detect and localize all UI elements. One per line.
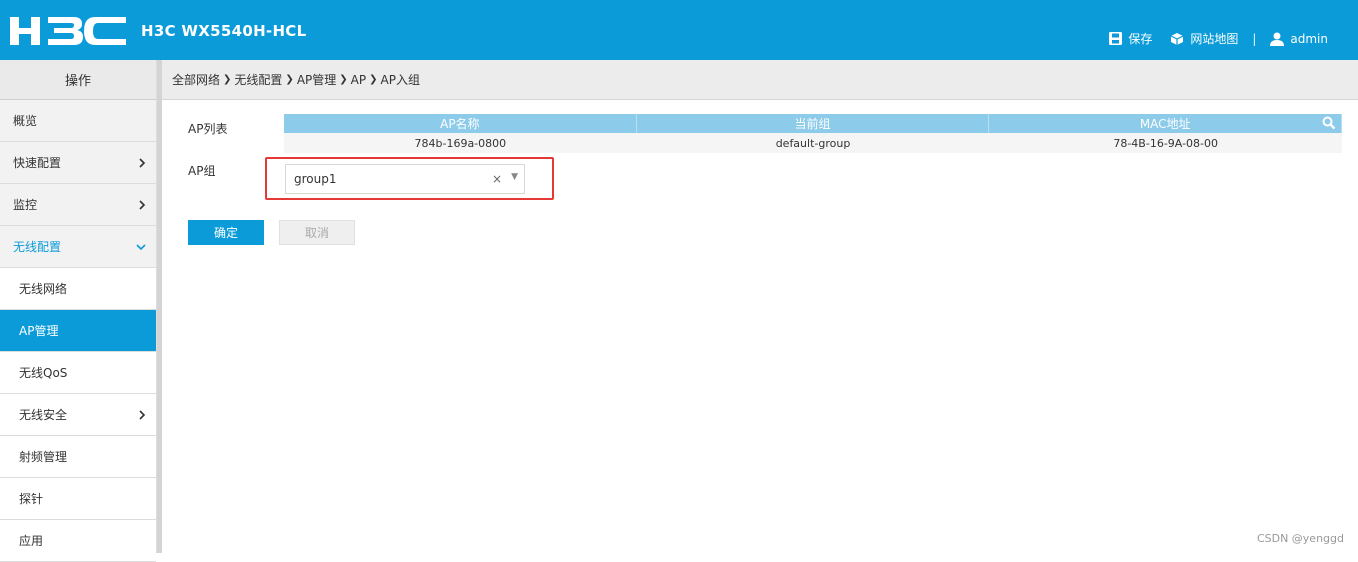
sidebar-subitem-radio-management[interactable]: 射频管理 (0, 436, 156, 478)
ok-button[interactable]: 确定 (188, 220, 264, 245)
ap-group-value: group1 (294, 172, 337, 186)
cube-icon (1171, 32, 1184, 45)
sidebar-item-overview[interactable]: 概览 (0, 100, 156, 142)
chevron-right-icon: ❯ (223, 74, 232, 85)
watermark: CSDN @yenggd (1256, 532, 1344, 545)
chevron-right-icon: ❯ (285, 74, 294, 85)
sidebar-subitem-label: 探针 (19, 492, 44, 506)
cancel-button[interactable]: 取消 (279, 220, 355, 245)
sidebar-item-wireless-config[interactable]: 无线配置 (0, 226, 156, 268)
chevron-right-icon: ❯ (339, 74, 348, 85)
user-menu[interactable]: admin (1270, 32, 1328, 46)
sidebar-subitem-probe[interactable]: 探针 (0, 478, 156, 520)
breadcrumb: 全部网络 ❯ 无线配置 ❯ AP管理 ❯ AP ❯ AP入组 (162, 60, 1358, 100)
top-header: H3C WX5540H-HCL 保存 网站地图 | admin (0, 0, 1358, 60)
table-cell: default-group (775, 136, 851, 150)
sidebar-item-label: 无线配置 (13, 240, 62, 254)
chevron-right-icon: ❯ (369, 74, 378, 85)
sidebar-subitem-label: 无线QoS (19, 366, 68, 380)
sidebar-item-label: 监控 (13, 198, 38, 212)
save-icon (1109, 32, 1123, 45)
ap-list-label: AP列表 (188, 122, 228, 136)
sitemap-label: 网站地图 (1190, 32, 1239, 46)
sidebar-subitem-wireless-security[interactable]: 无线安全 (0, 394, 156, 436)
clear-icon[interactable]: × (492, 172, 502, 186)
breadcrumb-item[interactable]: AP (351, 73, 366, 87)
sidebar-item-label: 概览 (13, 114, 38, 128)
ap-list-table: AP名称 当前组 MAC地址 784b-169a-0800 default-gr… (284, 114, 1343, 153)
save-button[interactable]: 保存 (1109, 30, 1152, 47)
h3c-logo (10, 17, 126, 45)
save-label: 保存 (1128, 32, 1153, 46)
breadcrumb-item-current: AP入组 (380, 73, 420, 87)
sidebar-subitem-label: 射频管理 (19, 450, 68, 464)
column-header[interactable]: MAC地址 (989, 114, 1343, 133)
table-cell: 784b-169a-0800 (414, 136, 507, 150)
table-header: AP名称 当前组 MAC地址 (284, 114, 1343, 133)
table-cell: 78-4B-16-9A-08-00 (1113, 136, 1219, 150)
chevron-right-icon (139, 409, 146, 420)
column-header[interactable]: AP名称 (284, 114, 637, 133)
breadcrumb-item[interactable]: 全部网络 (172, 71, 220, 88)
chevron-down-icon[interactable]: ▼ (511, 172, 518, 182)
table-row[interactable]: 784b-169a-0800 default-group 78-4B-16-9A… (284, 133, 1342, 153)
device-title: H3C WX5540H-HCL (141, 22, 307, 40)
sidebar-subitem-wireless-network[interactable]: 无线网络 (0, 268, 156, 310)
breadcrumb-item[interactable]: 无线配置 (234, 71, 282, 88)
sidebar-heading: 操作 (0, 60, 156, 100)
sidebar-item-label: 快速配置 (13, 156, 62, 170)
sidebar-item-quick-config[interactable]: 快速配置 (0, 142, 156, 184)
chevron-right-icon (139, 199, 146, 210)
highlight-box: group1 × ▼ (265, 157, 554, 200)
sidebar: 操作 概览 快速配置 监控 无线配置 无线网络 AP管理 无线QoS 无线安全 … (0, 60, 157, 562)
sidebar-subitem-label: 无线网络 (19, 282, 68, 296)
search-icon[interactable] (1322, 116, 1336, 130)
chevron-down-icon (136, 243, 146, 250)
sidebar-item-monitor[interactable]: 监控 (0, 184, 156, 226)
header-separator: | (1252, 31, 1257, 46)
main-content: AP列表 AP名称 当前组 MAC地址 784b-169a-0800 defau… (162, 100, 1358, 553)
user-icon (1270, 32, 1285, 46)
sidebar-subitem-label: AP管理 (19, 324, 59, 338)
sitemap-button[interactable]: 网站地图 (1170, 30, 1238, 47)
sidebar-subitem-application[interactable]: 应用 (0, 520, 156, 562)
sidebar-subitem-ap-management[interactable]: AP管理 (0, 310, 156, 352)
breadcrumb-item[interactable]: AP管理 (297, 71, 336, 88)
column-header[interactable]: 当前组 (637, 114, 990, 133)
sidebar-subitem-label: 无线安全 (19, 408, 68, 422)
chevron-right-icon (139, 157, 146, 168)
ap-group-select[interactable]: group1 × ▼ (285, 164, 525, 194)
ap-group-label: AP组 (188, 164, 216, 178)
sidebar-subitem-label: 应用 (19, 534, 44, 548)
sidebar-subitem-wireless-qos[interactable]: 无线QoS (0, 352, 156, 394)
user-name: admin (1290, 31, 1328, 46)
